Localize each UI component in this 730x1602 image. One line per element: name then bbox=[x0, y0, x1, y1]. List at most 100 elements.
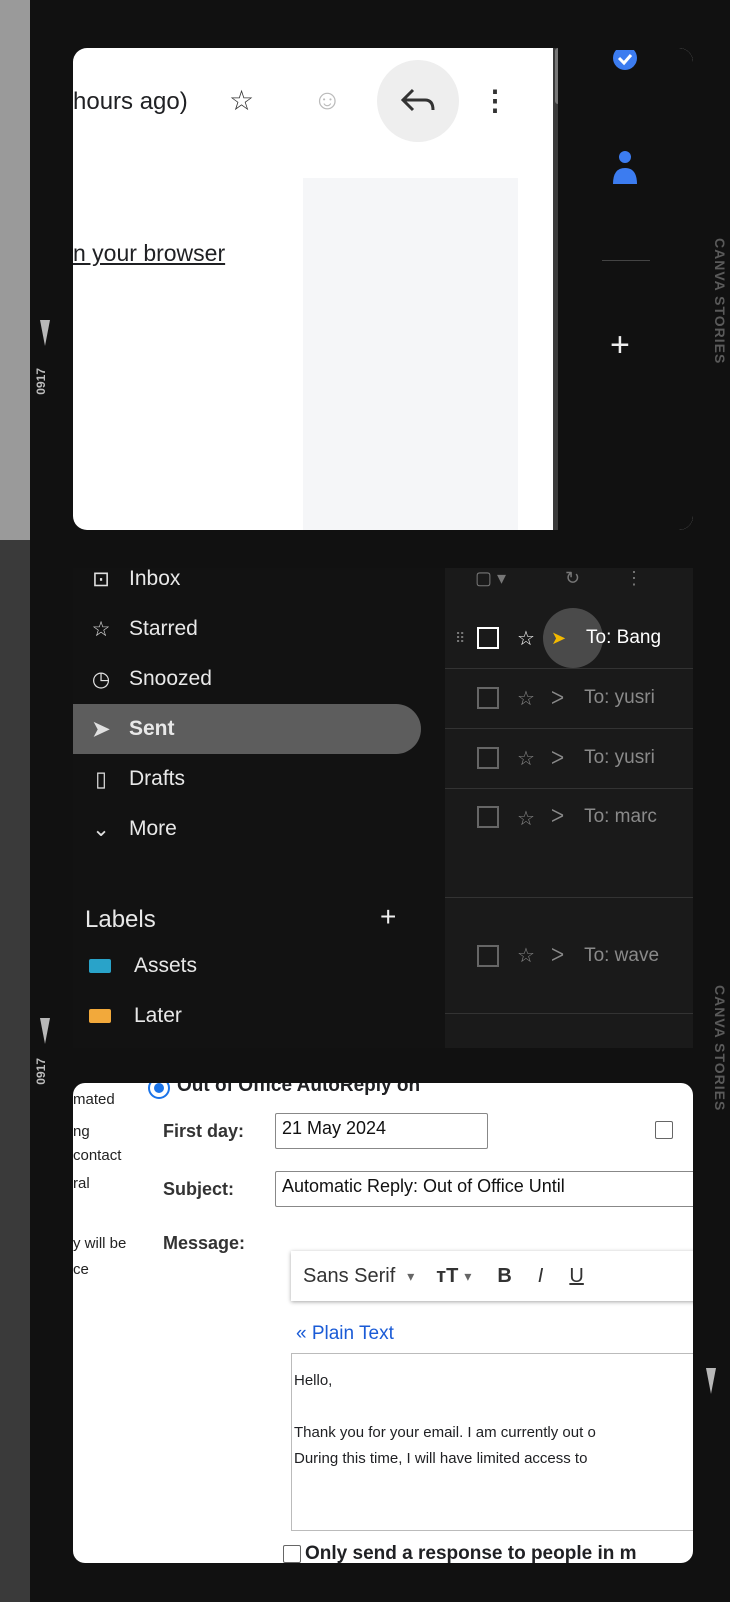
label-tag-icon bbox=[89, 1009, 111, 1023]
list-more-icon[interactable]: ⋮ bbox=[625, 568, 643, 589]
row-checkbox[interactable] bbox=[477, 944, 499, 967]
subject-label: Subject: bbox=[163, 1179, 235, 1199]
send-icon: ➤ bbox=[92, 717, 110, 741]
select-all-checkbox[interactable]: ▢ ▾ bbox=[475, 568, 506, 589]
sidebar-item-more[interactable]: ⌄ More bbox=[73, 804, 421, 854]
font-family-select[interactable]: Sans Serif bbox=[303, 1265, 395, 1288]
inbox-icon: ⊡ bbox=[92, 568, 110, 591]
last-day-checkbox[interactable] bbox=[655, 1121, 673, 1139]
star-icon[interactable]: ☆ bbox=[517, 943, 535, 968]
view-in-browser-link[interactable]: n your browser bbox=[73, 240, 225, 267]
draft-icon: ▯ bbox=[95, 767, 107, 791]
side-text: ral bbox=[73, 1175, 90, 1192]
reply-icon bbox=[400, 88, 435, 112]
star-icon[interactable]: ☆ bbox=[517, 686, 535, 711]
contacts-icon[interactable] bbox=[610, 148, 640, 186]
film-marker-3 bbox=[706, 1368, 716, 1394]
side-text: contact bbox=[73, 1147, 122, 1164]
table-row[interactable]: ⠿ ☆ ➤ To: Bang bbox=[445, 608, 693, 669]
first-day-label: First day: bbox=[163, 1121, 245, 1141]
recipient: To: yusri bbox=[584, 687, 655, 708]
message-line: Hello, bbox=[294, 1372, 333, 1389]
recipient: To: Bang bbox=[586, 627, 662, 648]
important-marker-icon[interactable]: ᐳ bbox=[551, 806, 564, 827]
important-marker-icon[interactable]: ➤ bbox=[551, 628, 566, 649]
row-checkbox[interactable] bbox=[477, 747, 499, 769]
table-row[interactable]: ☆ ᐳ To: yusri bbox=[445, 728, 693, 789]
message-line: During this time, I will have limited ac… bbox=[294, 1450, 588, 1467]
chevron-down-icon[interactable]: ▾ bbox=[464, 1268, 471, 1285]
labels-heading: Labels bbox=[85, 906, 156, 933]
first-day-input[interactable]: 21 May 2024 bbox=[275, 1113, 488, 1149]
more-options-icon[interactable]: ⋮ bbox=[481, 84, 509, 117]
add-addon-icon[interactable]: + bbox=[610, 326, 630, 365]
message-line bbox=[294, 1394, 693, 1420]
drag-handle-icon[interactable]: ⠿ bbox=[455, 630, 465, 647]
email-timestamp: hours ago) bbox=[73, 88, 188, 115]
reply-button[interactable] bbox=[377, 60, 459, 142]
recipient: To: yusri bbox=[584, 747, 655, 768]
clock-icon: ◷ bbox=[91, 667, 111, 691]
important-marker-icon[interactable]: ᐳ bbox=[551, 748, 564, 769]
message-body-editor[interactable]: Hello, Thank you for your email. I am cu… bbox=[291, 1353, 693, 1531]
autoreply-on-label: Out of Office AutoReply on bbox=[177, 1083, 421, 1096]
underline-icon[interactable]: U bbox=[569, 1265, 583, 1288]
formatting-toolbar: Sans Serif ▾ тT ▾ B I U bbox=[291, 1251, 693, 1301]
frame-number-top: 0917 bbox=[34, 368, 48, 395]
table-row[interactable]: ☆ ᐳ To: wave bbox=[445, 898, 693, 1014]
message-line: Thank you for your email. I am currently… bbox=[294, 1424, 596, 1441]
list-toolbar: ▢ ▾ ↻ ⋮ bbox=[445, 568, 693, 600]
label-name: Assets bbox=[134, 954, 198, 977]
brand-text-top: CANVA STORIES bbox=[712, 238, 728, 365]
row-checkbox[interactable] bbox=[477, 627, 499, 649]
sidebar-item-label: Starred bbox=[129, 617, 198, 640]
side-text: mated bbox=[73, 1091, 115, 1108]
row-checkbox[interactable] bbox=[477, 687, 499, 709]
brand-text-bottom: CANVA STORIES bbox=[712, 985, 728, 1112]
important-marker-icon[interactable]: ᐳ bbox=[551, 945, 564, 966]
sidebar-item-starred[interactable]: ☆ Starred bbox=[73, 604, 421, 654]
star-icon[interactable]: ☆ bbox=[517, 806, 535, 831]
sidebar-item-label: Snoozed bbox=[129, 667, 212, 690]
only-contacts-checkbox[interactable] bbox=[283, 1544, 301, 1563]
film-marker-1 bbox=[40, 320, 50, 346]
tasks-icon[interactable] bbox=[610, 50, 640, 74]
label-tag-icon bbox=[89, 959, 111, 973]
message-label: Message: bbox=[163, 1233, 246, 1253]
table-row[interactable]: ☆ ᐳ To: marc bbox=[445, 788, 693, 898]
sidebar-item-label: Sent bbox=[129, 717, 175, 740]
chevron-down-icon: ⌄ bbox=[92, 817, 110, 841]
vacation-responder-panel: Out of Office AutoReply on mated ng cont… bbox=[73, 1083, 693, 1563]
sidebar-item-drafts[interactable]: ▯ Drafts bbox=[73, 754, 421, 804]
sidebar-item-inbox[interactable]: ⊡ Inbox bbox=[73, 568, 421, 604]
recipient: To: wave bbox=[584, 944, 660, 966]
side-pane bbox=[303, 178, 518, 530]
plain-text-link[interactable]: « Plain Text bbox=[296, 1323, 394, 1345]
recipient: To: marc bbox=[584, 806, 657, 827]
label-item-assets[interactable]: Assets bbox=[73, 946, 197, 986]
important-marker-icon[interactable]: ᐳ bbox=[551, 688, 564, 709]
sidebar-item-label: Inbox bbox=[129, 568, 181, 590]
label-item-later[interactable]: Later bbox=[73, 996, 182, 1036]
right-side-rail: + bbox=[558, 48, 693, 530]
sidebar-item-label: More bbox=[129, 817, 177, 840]
sidebar-item-snoozed[interactable]: ◷ Snoozed bbox=[73, 654, 421, 704]
italic-icon[interactable]: I bbox=[538, 1265, 544, 1288]
subject-input[interactable]: Automatic Reply: Out of Office Until bbox=[275, 1171, 693, 1207]
sidebar-item-label: Drafts bbox=[129, 767, 186, 790]
sidebar-item-sent[interactable]: ➤ Sent bbox=[73, 704, 421, 754]
add-label-icon[interactable]: + bbox=[380, 901, 396, 933]
font-size-icon[interactable]: тT bbox=[436, 1265, 458, 1288]
row-checkbox[interactable] bbox=[477, 806, 499, 828]
star-icon[interactable]: ☆ bbox=[517, 626, 535, 651]
refresh-icon[interactable]: ↻ bbox=[565, 568, 580, 589]
bold-icon[interactable]: B bbox=[497, 1265, 511, 1288]
star-icon[interactable]: ☆ bbox=[229, 84, 254, 117]
label-name: Later bbox=[134, 1004, 182, 1027]
autoreply-on-radio[interactable] bbox=[148, 1083, 170, 1099]
chevron-down-icon[interactable]: ▾ bbox=[407, 1268, 414, 1285]
only-contacts-option[interactable]: Only send a response to people in m bbox=[283, 1543, 637, 1563]
table-row[interactable]: ☆ ᐳ To: yusri bbox=[445, 668, 693, 729]
emoji-reaction-icon[interactable]: ☺ bbox=[313, 84, 342, 116]
star-icon[interactable]: ☆ bbox=[517, 746, 535, 771]
